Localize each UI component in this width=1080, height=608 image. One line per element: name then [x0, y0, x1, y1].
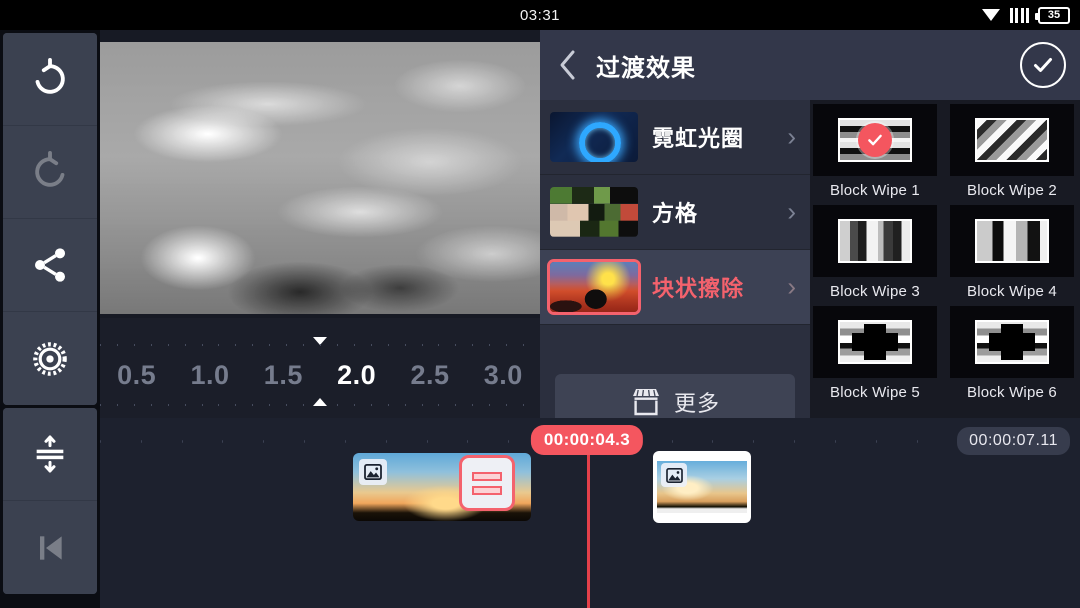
- category-label: 霓虹光圈: [652, 126, 745, 151]
- duration-tick-0[interactable]: 0.5: [100, 360, 173, 391]
- store-icon: [632, 389, 659, 416]
- transition-block-button[interactable]: [459, 455, 515, 511]
- back-button[interactable]: [540, 48, 596, 82]
- status-bar: 03:31 35: [0, 0, 1080, 30]
- transition-duration-scale[interactable]: 0.5 1.0 1.5 2.0 2.5 3.0: [100, 318, 540, 418]
- effect-item-block-wipe-3[interactable]: Block Wipe 3: [813, 205, 937, 300]
- transition-icon-bar-bottom: [472, 485, 502, 495]
- category-label: 块状擦除: [652, 276, 745, 301]
- category-label: 方格: [652, 201, 699, 226]
- preview-frame: [100, 42, 540, 314]
- total-duration: 00:00:07.11: [957, 427, 1070, 455]
- gear-icon: [33, 341, 67, 376]
- effect-item-block-wipe-2[interactable]: Block Wipe 2: [950, 104, 1074, 199]
- check-circle-icon: [1034, 58, 1052, 72]
- expand-tracks-button[interactable]: [3, 408, 97, 501]
- effect-item-block-wipe-1[interactable]: Block Wipe 1: [813, 104, 937, 199]
- category-item-block-wipe[interactable]: 块状擦除 ›: [540, 250, 810, 325]
- preview-image: [100, 42, 540, 314]
- duration-tick-2[interactable]: 1.5: [247, 360, 320, 391]
- neon-ring-thumb: [550, 112, 638, 162]
- status-icons: 35: [981, 0, 1070, 30]
- effect-thumb: [813, 306, 937, 378]
- panel-header: 过渡效果: [540, 30, 1080, 100]
- toolbar-group-primary: [3, 33, 97, 405]
- chevron-left-icon: [560, 50, 575, 80]
- transition-icon-bar-top: [472, 471, 502, 481]
- undo-icon: [35, 58, 65, 94]
- chevron-right-icon: ›: [787, 196, 796, 227]
- effect-item-block-wipe-6[interactable]: Block Wipe 6: [950, 306, 1074, 401]
- wifi-icon: [981, 8, 1001, 22]
- duration-tick-3-selected[interactable]: 2.0: [320, 360, 393, 391]
- vertical-stripes-fine-pattern: [838, 219, 912, 263]
- effect-item-block-wipe-4[interactable]: Block Wipe 4: [950, 205, 1074, 300]
- duration-ticks: 0.5 1.0 1.5 2.0 2.5 3.0: [100, 354, 540, 396]
- image-icon: [359, 459, 387, 485]
- timeline-clip-2[interactable]: [653, 451, 751, 523]
- battery-level: 35: [1047, 9, 1061, 21]
- redo-icon: [35, 151, 65, 187]
- vertical-stripes-wide-pattern: [975, 219, 1049, 263]
- cross-block-pattern: [975, 320, 1049, 364]
- duration-dots-top: [100, 343, 540, 347]
- status-time: 03:31: [519, 6, 561, 24]
- effect-label: Block Wipe 2: [967, 182, 1057, 199]
- chevron-right-icon: ›: [787, 121, 796, 152]
- transition-panel: 过渡效果 霓虹光圈 › 方格 › 块状擦除 › 更多 Block Wipe 1 …: [540, 30, 1080, 430]
- toolbar-group-secondary: [3, 408, 97, 594]
- skip-previous-icon: [40, 535, 62, 560]
- duration-caret-bottom-icon: [313, 398, 327, 406]
- effect-item-block-wipe-5[interactable]: Block Wipe 5: [813, 306, 937, 401]
- playhead-time-badge: 00:00:04.3: [530, 425, 644, 455]
- settings-button[interactable]: [3, 312, 97, 405]
- duration-tick-5[interactable]: 3.0: [467, 360, 540, 391]
- battery-icon: 35: [1035, 6, 1070, 24]
- skip-to-start-button[interactable]: [3, 501, 97, 594]
- more-label: 更多: [673, 391, 720, 416]
- left-toolbar: [0, 30, 100, 608]
- video-editor-app: 03:31 35 0.5 1.0 1.5 2.0 2.5 3.0 过渡效果 霓虹…: [0, 0, 1080, 608]
- diagonal-stripes-pattern: [975, 118, 1049, 162]
- undo-button[interactable]: [3, 33, 97, 126]
- effect-label: Block Wipe 5: [830, 384, 920, 401]
- duration-tick-1[interactable]: 1.0: [173, 360, 246, 391]
- duration-tick-4[interactable]: 2.5: [393, 360, 466, 391]
- effect-grid: Block Wipe 1 Block Wipe 2 Block Wipe 3 B…: [810, 100, 1080, 418]
- redo-button[interactable]: [3, 126, 97, 219]
- block-wipe-thumb: [550, 262, 638, 312]
- effect-label: Block Wipe 1: [830, 182, 920, 199]
- effect-label: Block Wipe 3: [830, 283, 920, 300]
- signal-bars-icon: [1009, 7, 1029, 23]
- more-section: 更多: [540, 370, 810, 430]
- preview-letterbox-top: [100, 30, 540, 42]
- chevron-right-icon: ›: [787, 271, 796, 302]
- effect-thumb: [950, 104, 1074, 176]
- effect-thumb: [813, 104, 937, 176]
- expand-vertical-icon: [36, 435, 64, 473]
- panel-title: 过渡效果: [596, 54, 696, 82]
- effect-thumb: [950, 205, 1074, 277]
- effect-thumb: [813, 205, 937, 277]
- image-icon: [661, 463, 687, 487]
- share-button[interactable]: [3, 219, 97, 312]
- grid-mosaic-thumb: [550, 187, 638, 237]
- effect-label: Block Wipe 4: [967, 283, 1057, 300]
- effect-label: Block Wipe 6: [967, 384, 1057, 401]
- effect-thumb: [950, 306, 1074, 378]
- category-item-grid[interactable]: 方格 ›: [540, 175, 810, 250]
- share-icon: [35, 248, 65, 282]
- selected-check-icon: [858, 123, 892, 157]
- confirm-button[interactable]: [1020, 42, 1066, 88]
- cross-block-pattern: [838, 320, 912, 364]
- category-item-neon-ring[interactable]: 霓虹光圈 ›: [540, 100, 810, 175]
